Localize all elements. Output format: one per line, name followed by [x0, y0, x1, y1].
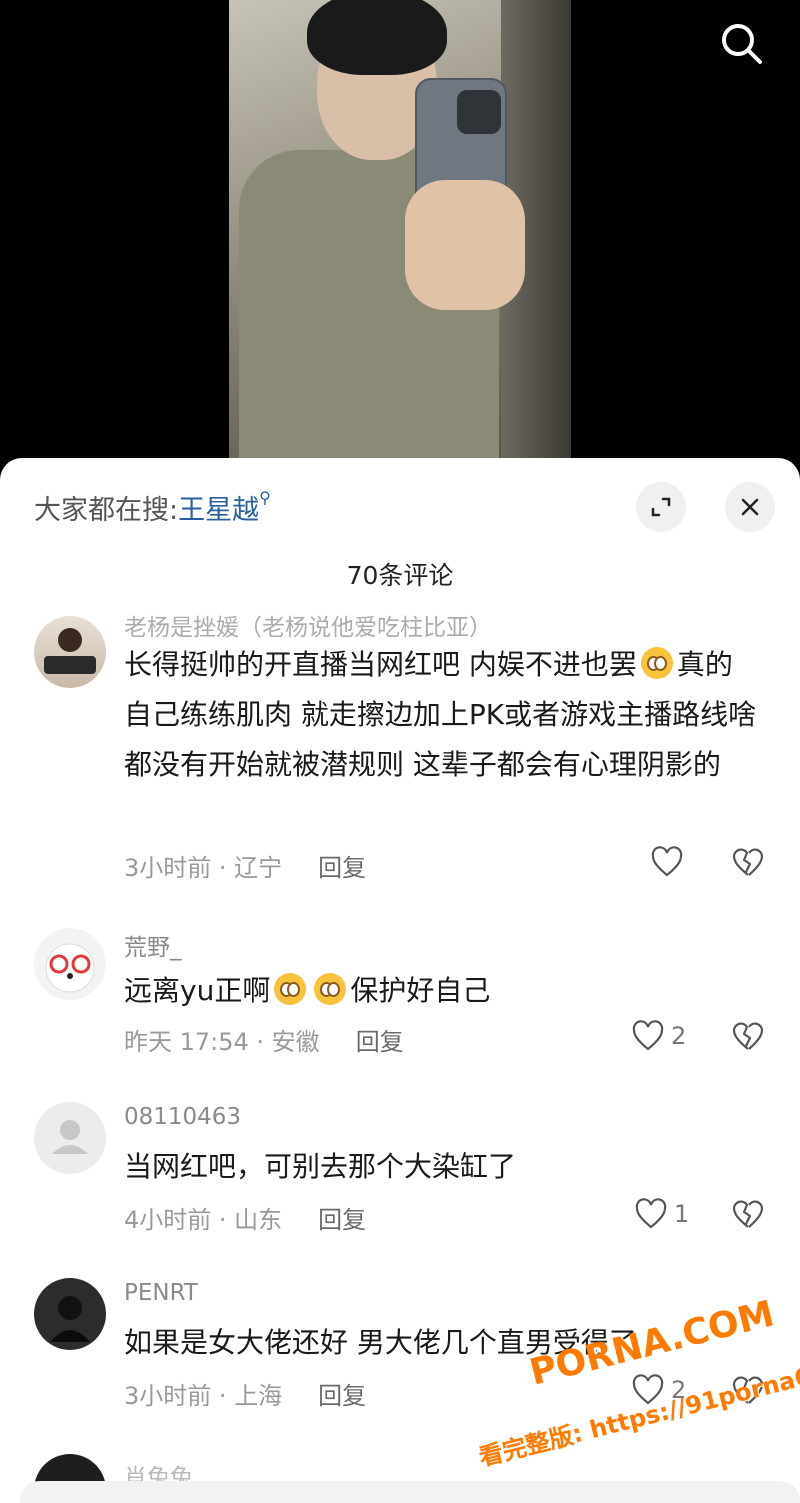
- comment-item: 老杨是挫媛（老杨说他爱吃柱比亚） 长得挺帅的开直播当网红吧 内娱不进也罢 真的 自…: [0, 608, 800, 888]
- comment-text: 如果是女大佬还好 男大佬几个直男受得了: [124, 1326, 637, 1359]
- like-count: 1: [674, 1200, 690, 1228]
- comment-time-location: 3小时前 · 上海: [124, 1382, 283, 1410]
- comment-username[interactable]: 荒野_: [124, 928, 182, 962]
- comment-meta: 4小时前 · 山东 回复: [124, 1200, 366, 1235]
- heart-icon: [632, 1020, 664, 1051]
- close-button[interactable]: [725, 482, 775, 532]
- comment-meta: 昨天 17:54 · 安徽 回复: [124, 1022, 404, 1057]
- expand-button[interactable]: [636, 482, 686, 532]
- like-button[interactable]: 2: [631, 1020, 686, 1052]
- avatar[interactable]: [34, 1102, 106, 1174]
- video-phone-camera: [457, 90, 501, 134]
- dislike-button[interactable]: [731, 1198, 765, 1234]
- comment-time-location: 4小时前 · 山东: [124, 1206, 283, 1234]
- hot-search-term[interactable]: 王星越: [178, 495, 259, 526]
- pleading-face-emoji-icon: [274, 973, 307, 1005]
- comment-input-bar[interactable]: [20, 1481, 800, 1503]
- reply-button[interactable]: 回复: [356, 1022, 404, 1057]
- search-icon: [722, 24, 762, 64]
- dislike-button[interactable]: [731, 846, 765, 882]
- video-person-hair: [307, 0, 447, 75]
- video-person-hand: [405, 180, 525, 310]
- broken-heart-icon: [732, 1376, 764, 1404]
- comment-meta: 3小时前 · 辽宁 回复: [124, 848, 366, 883]
- comment-text: 当网红吧，可别去那个大染缸了: [124, 1150, 517, 1183]
- comments-sheet: 大家都在搜:王星越⚲ 70条评论 老杨是挫媛（老杨说他爱吃柱比亚） 长得挺帅的开…: [0, 458, 800, 1503]
- like-button[interactable]: 1: [634, 1198, 689, 1230]
- search-icon: ⚲: [259, 488, 271, 507]
- video-frame[interactable]: [229, 0, 571, 458]
- like-button[interactable]: 2: [631, 1374, 686, 1406]
- comment-username[interactable]: 老杨是挫媛（老杨说他爱吃柱比亚）: [124, 608, 492, 642]
- avatar[interactable]: [34, 616, 106, 688]
- heart-icon: [632, 1374, 664, 1405]
- comments-count-title: 70条评论: [346, 561, 454, 590]
- like-button[interactable]: [650, 846, 684, 878]
- comment-text-part: 长得挺帅的开直播当网红吧 内娱不进也罢: [124, 648, 637, 681]
- comment-text-part: 保护好自己: [350, 974, 491, 1007]
- comment-item: PENRT 如果是女大佬还好 男大佬几个直男受得了 3小时前 · 上海 回复 2: [0, 1278, 800, 1411]
- comment-username[interactable]: PENRT: [124, 1280, 198, 1306]
- reply-button[interactable]: 回复: [318, 848, 366, 883]
- hot-search-prefix: 大家都在搜:: [34, 495, 179, 526]
- comment-text: 长得挺帅的开直播当网红吧 内娱不进也罢 真的 自己练练肌肉 就走擦边加上PK或者游…: [124, 640, 769, 790]
- broken-heart-icon: [732, 1022, 764, 1050]
- comment-meta: 3小时前 · 上海 回复: [124, 1376, 366, 1411]
- like-count: 2: [671, 1022, 687, 1050]
- comment-username[interactable]: 08110463: [124, 1104, 241, 1130]
- heart-icon: [635, 1198, 667, 1229]
- emoji-icon: [640, 647, 673, 679]
- like-count: 2: [671, 1376, 687, 1404]
- avatar[interactable]: [34, 1278, 106, 1350]
- reply-button[interactable]: 回复: [318, 1376, 366, 1411]
- heart-icon: [651, 846, 683, 877]
- broken-heart-icon: [732, 848, 764, 876]
- comment-time-location: 3小时前 · 辽宁: [124, 854, 283, 882]
- dislike-button[interactable]: [731, 1374, 765, 1410]
- broken-heart-icon: [732, 1200, 764, 1228]
- expand-icon: [651, 497, 671, 517]
- search-button[interactable]: [716, 18, 768, 70]
- comment-text: 远离yu正啊 保护好自己: [124, 966, 769, 1016]
- pleading-face-emoji-icon: [314, 973, 347, 1005]
- comment-time-location: 昨天 17:54 · 安徽: [124, 1028, 320, 1056]
- comment-text-part: 远离yu正啊: [124, 974, 271, 1007]
- reply-button[interactable]: 回复: [318, 1200, 366, 1235]
- hot-search-bar[interactable]: 大家都在搜:王星越⚲: [34, 488, 271, 527]
- dislike-button[interactable]: [731, 1020, 765, 1056]
- video-player[interactable]: [0, 0, 800, 470]
- comment-item: 荒野_ 远离yu正啊 保护好自己 昨天 17:54 · 安徽 回复 2: [0, 924, 800, 1057]
- close-icon: [741, 498, 759, 516]
- comment-item: 08110463 当网红吧，可别去那个大染缸了 4小时前 · 山东 回复 1: [0, 1102, 800, 1235]
- avatar[interactable]: [34, 928, 106, 1000]
